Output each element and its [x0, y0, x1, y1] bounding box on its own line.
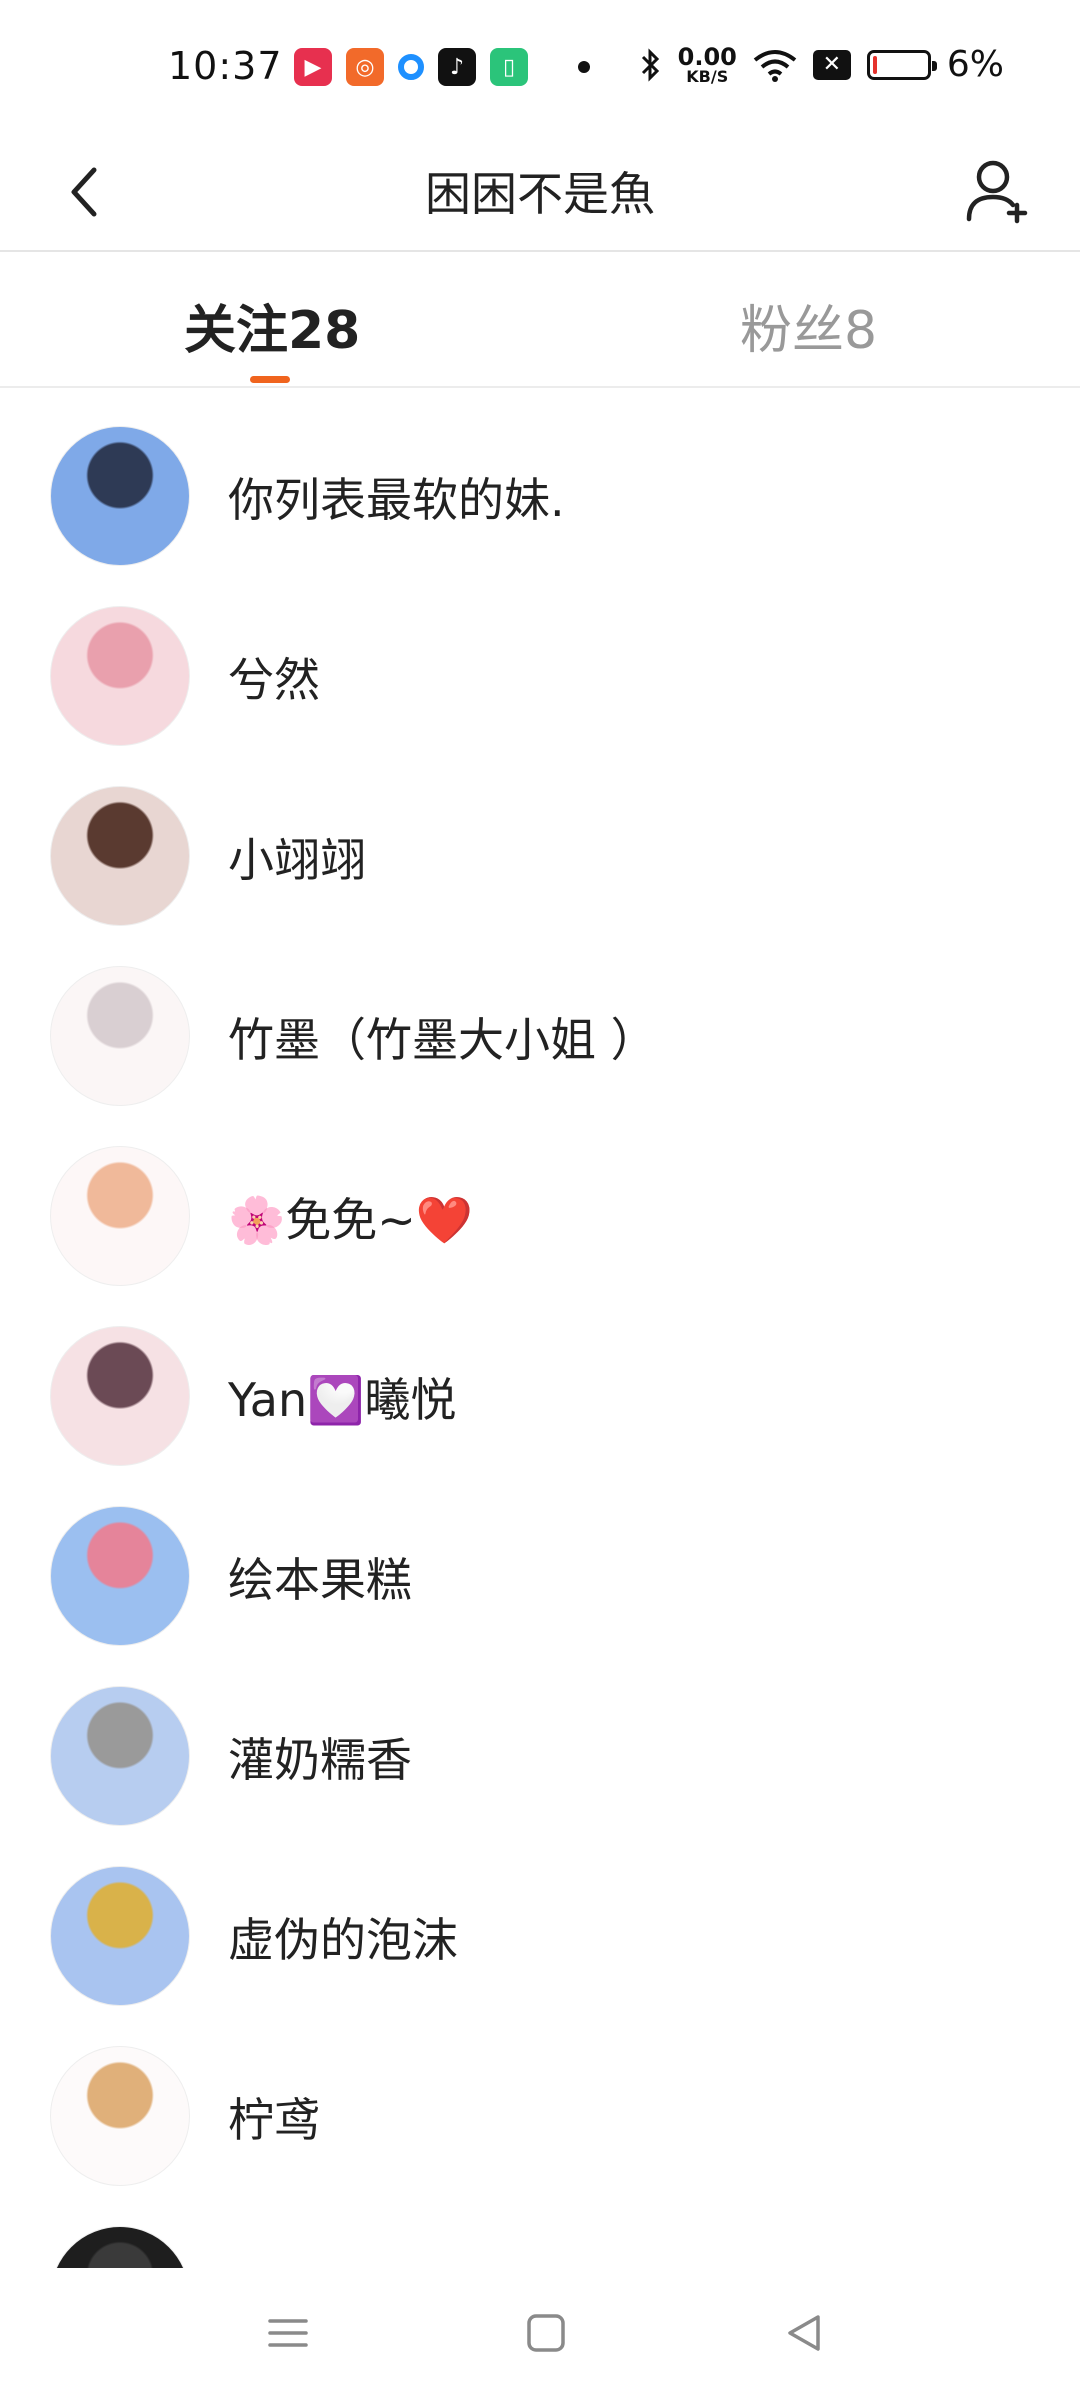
user-name: 你列表最软的妹.	[228, 473, 565, 527]
network-speed-unit: KB/S	[686, 66, 729, 86]
user-name: 柠鸢	[228, 2093, 320, 2147]
avatar[interactable]	[50, 606, 190, 746]
avatar[interactable]	[50, 1146, 190, 1286]
user-name: Yan💟曦悦	[228, 1373, 457, 1427]
avatar[interactable]	[50, 1686, 190, 1826]
header: 困困不是魚	[0, 130, 1080, 252]
user-name: 小翊翊	[228, 833, 366, 887]
browser-app-icon	[398, 54, 424, 80]
list-item[interactable]: Yan💟曦悦	[0, 1290, 1080, 1470]
status-time: 10:37	[168, 44, 283, 88]
active-tab-indicator	[250, 376, 290, 383]
user-name: 竹墨（竹墨大小姐 ）	[228, 1013, 657, 1067]
tiktok-app-icon: ♪	[438, 48, 476, 86]
avatar[interactable]	[50, 2046, 190, 2186]
notification-icons: ▶ ◎ ♪ ▯	[294, 48, 590, 86]
list-item[interactable]: 绘本果糕	[0, 1470, 1080, 1650]
add-user-icon	[966, 160, 1028, 224]
battery-level	[872, 55, 877, 74]
list-item[interactable]: 你列表最软的妹.	[0, 390, 1080, 570]
page-title: 困困不是魚	[425, 167, 655, 221]
tab-following[interactable]: 关注28	[184, 288, 360, 363]
status-bar: 10:37 ▶ ◎ ♪ ▯ 0.00 KB/S ✕ 6%	[0, 0, 1080, 130]
battery-percent: 6%	[946, 44, 1004, 85]
user-name: 🌸免免~❤️	[228, 1193, 474, 1247]
system-nav-bar	[0, 2268, 1080, 2400]
network-speed-value: 0.00	[677, 42, 737, 71]
back-nav-button[interactable]	[764, 2298, 844, 2368]
avatar[interactable]	[50, 426, 190, 566]
avatar[interactable]	[50, 1866, 190, 2006]
more-notifications-dot	[578, 61, 590, 73]
avatar[interactable]	[50, 966, 190, 1106]
user-name: 绘本果糕	[228, 1553, 412, 1607]
list-item[interactable]: 柠鸢	[0, 2010, 1080, 2190]
no-sim-icon: ✕	[812, 49, 851, 80]
avatar[interactable]	[50, 1506, 190, 1646]
list-item[interactable]: 🌸免免~❤️	[0, 1110, 1080, 1290]
avatar[interactable]	[50, 1326, 190, 1466]
kuaishou-app-icon: ◎	[346, 48, 384, 86]
status-right: 0.00 KB/S ✕ 6%	[640, 44, 1004, 85]
list-item[interactable]: 竹墨（竹墨大小姐 ）	[0, 930, 1080, 1110]
following-list: 你列表最软的妹. 兮然小翊翊竹墨（竹墨大小姐 ） 🌸免免~❤️ Yan💟曦悦 绘本果糕灌…	[0, 390, 1080, 2268]
add-user-button[interactable]	[954, 146, 1044, 236]
avatar[interactable]	[50, 2226, 190, 2268]
menu-icon	[268, 2319, 308, 2347]
user-name: 虚伪的泡沫	[228, 1913, 458, 1967]
wifi-icon	[753, 49, 797, 82]
list-item[interactable]	[0, 2190, 1080, 2268]
list-item[interactable]: 灌奶糯香	[0, 1650, 1080, 1830]
list-item[interactable]: 虚伪的泡沫	[0, 1830, 1080, 2010]
tab-bar: 关注28 粉丝8	[0, 252, 1080, 388]
home-icon	[527, 2314, 565, 2352]
list-item[interactable]: 小翊翊	[0, 750, 1080, 930]
bluetooth-icon	[641, 47, 659, 82]
battery-saver-app-icon: ▯	[490, 48, 528, 86]
list-item[interactable]: 兮然	[0, 570, 1080, 750]
battery-icon	[866, 49, 937, 80]
home-nav-button[interactable]	[506, 2298, 586, 2368]
triangle-back-icon	[788, 2315, 820, 2351]
user-name: 兮然	[228, 653, 320, 707]
tab-fans[interactable]: 粉丝8	[740, 288, 877, 363]
menu-nav-button[interactable]	[248, 2298, 328, 2368]
avatar[interactable]	[50, 786, 190, 926]
video-app-icon: ▶	[294, 48, 332, 86]
user-name: 灌奶糯香	[228, 1733, 412, 1787]
network-speed: 0.00 KB/S	[678, 45, 737, 85]
